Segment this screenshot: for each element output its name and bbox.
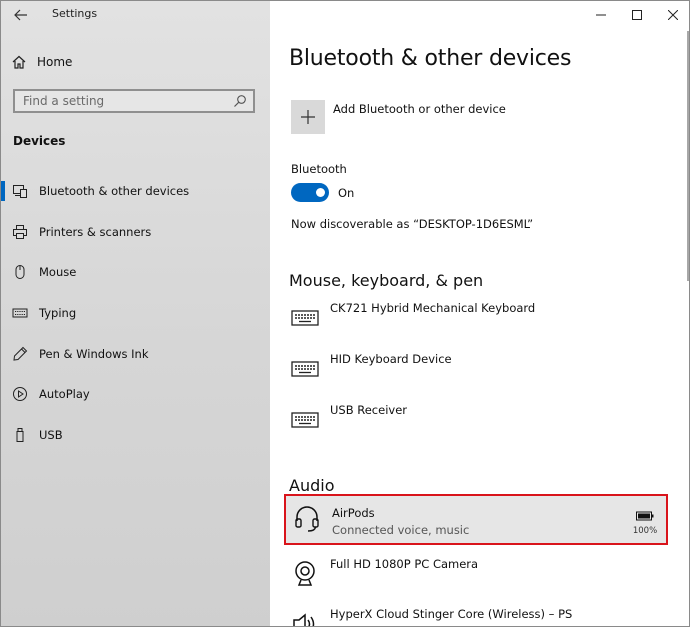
device-name: HyperX Cloud Stinger Core (Wireless) – P… xyxy=(330,607,573,621)
bluetooth-devices-icon xyxy=(11,182,29,200)
sidebar-item-label: Printers & scanners xyxy=(39,225,152,239)
mouse-icon xyxy=(11,263,29,281)
keyboard-icon xyxy=(290,405,320,435)
audio-heading: Audio xyxy=(289,476,335,495)
plus-icon xyxy=(301,110,315,124)
keyboard-icon xyxy=(290,303,320,333)
keyboard-icon xyxy=(11,304,29,322)
keyboard-icon xyxy=(290,354,320,384)
sidebar-item-label: USB xyxy=(39,428,63,442)
sidebar-item-label: Pen & Windows Ink xyxy=(39,347,149,361)
device-name: USB Receiver xyxy=(330,403,408,417)
bluetooth-toggle[interactable] xyxy=(291,183,329,202)
minimize-button[interactable] xyxy=(583,1,619,29)
sidebar-item-pen[interactable]: Pen & Windows Ink xyxy=(1,339,270,369)
mouse-keyboard-pen-heading: Mouse, keyboard, & pen xyxy=(289,271,484,290)
devices-section-label: Devices xyxy=(13,134,66,148)
sidebar-item-autoplay[interactable]: AutoPlay xyxy=(1,379,270,409)
bluetooth-label: Bluetooth xyxy=(291,162,347,176)
minimize-icon xyxy=(596,14,606,16)
discoverable-text: Now discoverable as “DESKTOP-1D6ESML” xyxy=(291,217,534,231)
window-controls xyxy=(583,1,689,29)
speaker-icon xyxy=(290,609,320,626)
sidebar-item-usb[interactable]: USB xyxy=(1,420,270,450)
search-icon[interactable] xyxy=(233,94,247,108)
device-hid-keyboard[interactable]: HID Keyboard Device xyxy=(284,352,667,396)
add-device-button[interactable] xyxy=(291,100,325,134)
home-link[interactable]: Home xyxy=(11,52,72,72)
sidebar: Settings Home Devices Bluetooth & other … xyxy=(1,1,270,626)
search-box[interactable] xyxy=(13,89,255,113)
home-label: Home xyxy=(37,55,73,69)
sidebar-item-printers[interactable]: Printers & scanners xyxy=(1,217,270,247)
device-hyperx[interactable]: HyperX Cloud Stinger Core (Wireless) – P… xyxy=(284,607,667,626)
sidebar-item-label: Mouse xyxy=(39,265,77,279)
back-button[interactable] xyxy=(11,5,31,25)
search-input[interactable] xyxy=(15,93,235,109)
maximize-button[interactable] xyxy=(619,1,655,29)
device-webcam[interactable]: Full HD 1080P PC Camera xyxy=(284,557,667,601)
sidebar-item-label: Bluetooth & other devices xyxy=(39,184,190,198)
close-icon xyxy=(668,10,678,20)
page-title: Bluetooth & other devices xyxy=(289,46,572,71)
pen-icon xyxy=(11,345,29,363)
device-name: Full HD 1080P PC Camera xyxy=(330,557,479,571)
settings-window: Settings Home Devices Bluetooth & other … xyxy=(0,0,690,627)
bluetooth-state: On xyxy=(338,186,355,200)
highlight-box xyxy=(284,494,668,545)
toggle-knob xyxy=(316,188,325,197)
app-title: Settings xyxy=(52,7,98,20)
home-icon xyxy=(12,55,26,69)
sidebar-item-bluetooth[interactable]: Bluetooth & other devices xyxy=(1,176,270,206)
webcam-icon xyxy=(290,559,320,589)
device-name: CK721 Hybrid Mechanical Keyboard xyxy=(330,301,536,315)
title-bar: Settings xyxy=(1,1,270,29)
back-arrow-icon xyxy=(14,9,27,21)
sidebar-item-mouse[interactable]: Mouse xyxy=(1,257,270,287)
usb-icon xyxy=(11,426,29,444)
autoplay-icon xyxy=(11,385,29,403)
sidebar-item-label: AutoPlay xyxy=(39,387,90,401)
printer-icon xyxy=(11,223,29,241)
maximize-icon xyxy=(632,10,642,20)
sidebar-item-label: Typing xyxy=(39,306,77,320)
sidebar-item-typing[interactable]: Typing xyxy=(1,298,270,328)
device-keyboard-ck721[interactable]: CK721 Hybrid Mechanical Keyboard xyxy=(284,301,667,345)
add-device-label[interactable]: Add Bluetooth or other device xyxy=(333,102,506,116)
close-button[interactable] xyxy=(655,1,689,29)
device-usb-receiver[interactable]: USB Receiver xyxy=(284,403,667,447)
device-name: HID Keyboard Device xyxy=(330,352,452,366)
